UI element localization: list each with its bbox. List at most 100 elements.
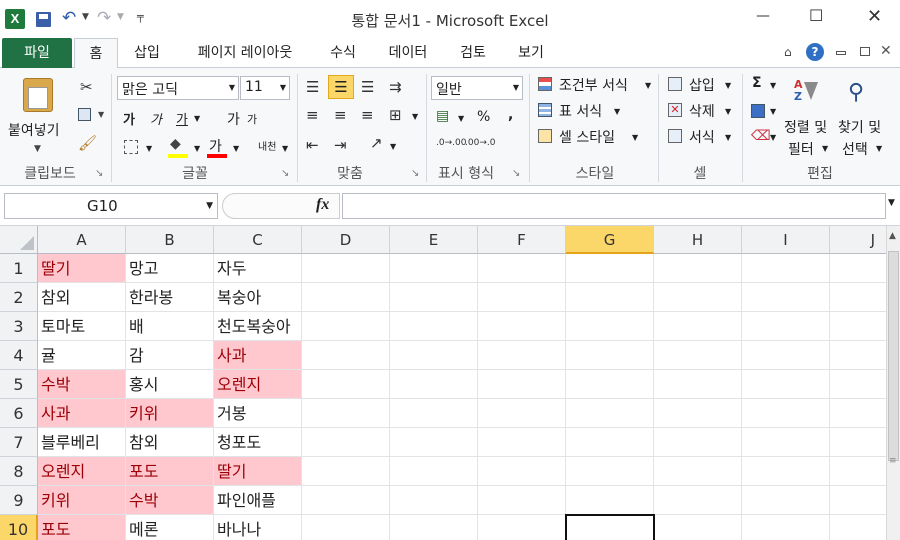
column-header-a[interactable]: A [38, 226, 126, 254]
italic-button[interactable]: 가 [150, 109, 162, 128]
cell-g1[interactable] [566, 254, 654, 283]
align-left-icon[interactable]: ≡ [306, 106, 319, 124]
cell-j3[interactable] [830, 312, 886, 341]
cell-f5[interactable] [478, 370, 566, 399]
cell-styles-icon[interactable] [538, 129, 552, 143]
number-format-dropdown-icon[interactable]: ▼ [513, 83, 519, 92]
cell-f3[interactable] [478, 312, 566, 341]
cell-h8[interactable] [654, 457, 742, 486]
cell-b2[interactable]: 한라봉 [126, 283, 214, 312]
tab-file[interactable]: 파일 [2, 38, 72, 68]
minimize-button[interactable]: — [756, 8, 770, 24]
cut-icon[interactable]: ✂ [80, 78, 93, 96]
cell-g5[interactable] [566, 370, 654, 399]
cell-d2[interactable] [302, 283, 390, 312]
cell-h4[interactable] [654, 341, 742, 370]
cell-d8[interactable] [302, 457, 390, 486]
cell-c6[interactable]: 거봉 [214, 399, 302, 428]
delete-cells-button[interactable]: 삭제 [689, 101, 715, 121]
cell-h6[interactable] [654, 399, 742, 428]
column-header-i[interactable]: I [742, 226, 830, 254]
phonetic-button[interactable]: 내천 [258, 138, 276, 153]
cell-h2[interactable] [654, 283, 742, 312]
cell-c4[interactable]: 사과 [214, 341, 302, 370]
insert-cells-button[interactable]: 삽입 [689, 75, 715, 95]
cell-c5[interactable]: 오렌지 [214, 370, 302, 399]
workbook-minimize-icon[interactable] [836, 51, 846, 55]
cell-d10[interactable] [302, 515, 390, 540]
cell-g4[interactable] [566, 341, 654, 370]
format-cells-button[interactable]: 서식 [689, 127, 715, 147]
cell-d1[interactable] [302, 254, 390, 283]
column-header-j[interactable]: J [830, 226, 886, 254]
cell-d6[interactable] [302, 399, 390, 428]
cell-c9[interactable]: 파인애플 [214, 486, 302, 515]
increase-indent-icon[interactable]: ⇥ [334, 136, 347, 154]
wrap-text-icon[interactable]: ⇉ [389, 78, 402, 96]
cell-b6[interactable]: 키위 [126, 399, 214, 428]
cell-e6[interactable] [390, 399, 478, 428]
currency-icon[interactable]: ▤ [436, 108, 449, 124]
paste-button[interactable]: 붙여넣기 [8, 120, 60, 140]
border-icon[interactable] [124, 140, 138, 154]
formula-input[interactable] [342, 193, 886, 219]
cell-i10[interactable] [742, 515, 830, 540]
delete-dropdown-icon[interactable]: ▼ [725, 107, 731, 116]
cell-h1[interactable] [654, 254, 742, 283]
cell-h7[interactable] [654, 428, 742, 457]
workbook-restore-icon[interactable] [860, 47, 870, 56]
cell-b7[interactable]: 참외 [126, 428, 214, 457]
cell-a1[interactable]: 딸기 [38, 254, 126, 283]
cell-h5[interactable] [654, 370, 742, 399]
cell-styles-dropdown-icon[interactable]: ▼ [632, 133, 638, 142]
font-size-dropdown-icon[interactable]: ▼ [280, 83, 286, 92]
cell-j7[interactable] [830, 428, 886, 457]
cell-j10[interactable] [830, 515, 886, 540]
number-format-select[interactable]: 일반 ▼ [431, 76, 523, 100]
minimize-ribbon-icon[interactable]: ⌂ [784, 45, 792, 59]
cell-e10[interactable] [390, 515, 478, 540]
expand-formula-icon[interactable]: ▼ [888, 198, 895, 208]
border-dropdown-icon[interactable]: ▼ [146, 144, 152, 153]
cell-d7[interactable] [302, 428, 390, 457]
cell-g6[interactable] [566, 399, 654, 428]
workbook-close-icon[interactable]: ✕ [880, 43, 892, 59]
row-header[interactable]: 3 [0, 312, 38, 341]
insert-cells-icon[interactable] [668, 77, 682, 91]
tab-review[interactable]: 검토 [448, 38, 498, 68]
tab-page-layout[interactable]: 페이지 레이아웃 [178, 38, 312, 68]
grow-font-button[interactable]: 가 [227, 109, 240, 129]
cell-b5[interactable]: 홍시 [126, 370, 214, 399]
paste-dropdown-icon[interactable]: ▼ [34, 144, 41, 154]
cell-j5[interactable] [830, 370, 886, 399]
align-top-icon[interactable]: ☰ [306, 78, 319, 96]
orientation-dropdown-icon[interactable]: ▼ [390, 142, 396, 151]
merge-center-icon[interactable]: ⊞ [389, 106, 402, 124]
row-header[interactable]: 8 [0, 457, 38, 486]
cell-e8[interactable] [390, 457, 478, 486]
font-launcher-icon[interactable]: ↘ [281, 168, 289, 179]
row-header[interactable]: 9 [0, 486, 38, 515]
sort-filter-button[interactable]: 정렬 및 [784, 117, 827, 137]
orientation-icon[interactable]: ↗ [370, 134, 383, 152]
format-painter-icon[interactable]: 🖌 [78, 134, 97, 152]
autosum-dropdown-icon[interactable]: ▼ [770, 81, 776, 90]
cell-e2[interactable] [390, 283, 478, 312]
name-box[interactable]: G10 ▼ [4, 193, 218, 219]
cell-f6[interactable] [478, 399, 566, 428]
cell-g7[interactable] [566, 428, 654, 457]
help-icon[interactable]: ? [806, 43, 824, 61]
cell-e3[interactable] [390, 312, 478, 341]
cell-b9[interactable]: 수박 [126, 486, 214, 515]
find-select-label-2[interactable]: 선택 [842, 139, 868, 159]
insert-function-icon[interactable]: fx [316, 196, 329, 214]
cell-j8[interactable] [830, 457, 886, 486]
cell-j9[interactable] [830, 486, 886, 515]
tab-home[interactable]: 홈 [74, 38, 118, 69]
cell-f7[interactable] [478, 428, 566, 457]
cell-a2[interactable]: 참외 [38, 283, 126, 312]
cell-g3[interactable] [566, 312, 654, 341]
find-select-button[interactable]: 찾기 및 [838, 117, 881, 137]
cell-i7[interactable] [742, 428, 830, 457]
tab-data[interactable]: 데이터 [378, 38, 438, 68]
